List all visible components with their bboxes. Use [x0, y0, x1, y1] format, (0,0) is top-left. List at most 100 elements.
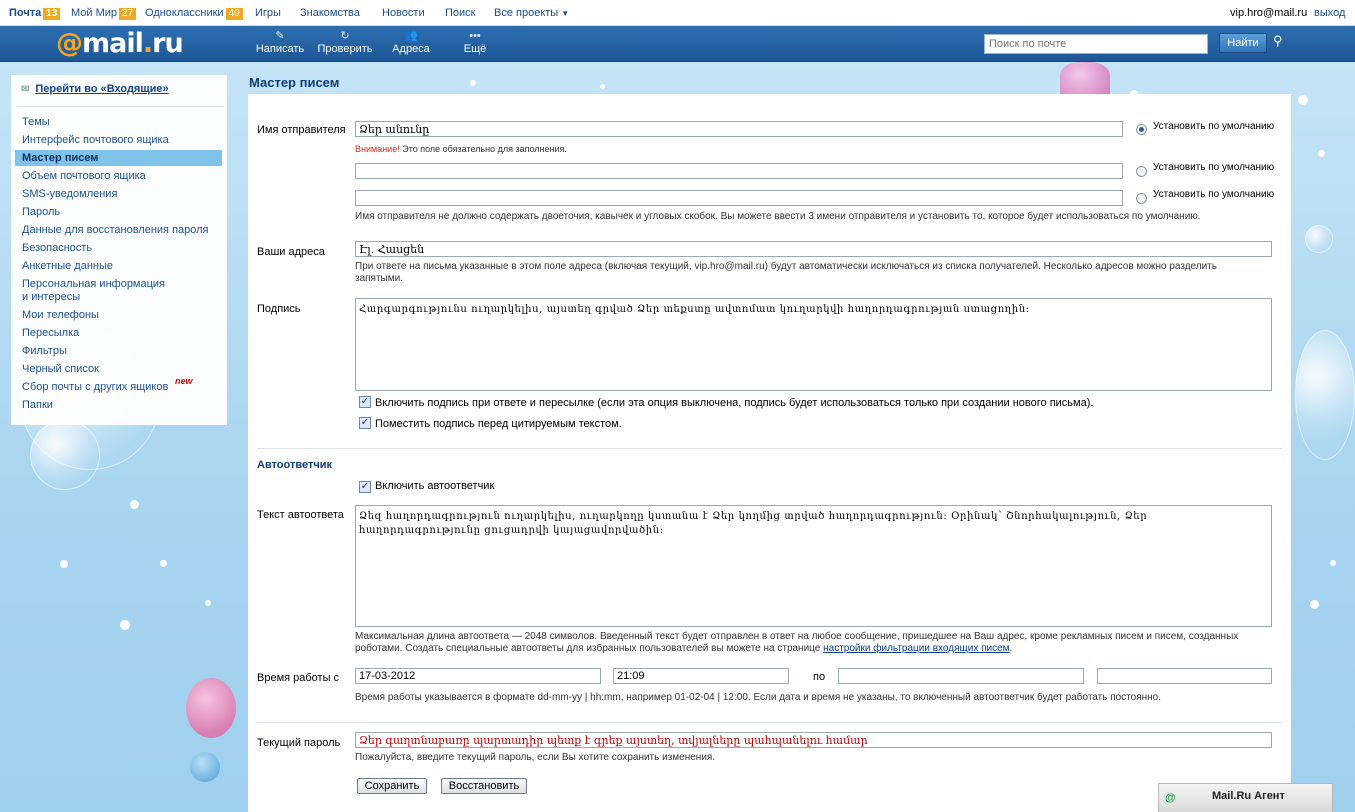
addresses-hint: При ответе на письма указанные в этом по…	[355, 261, 1280, 285]
top-navigation-bar: Почта 13 Мой Мир 27 Одноклассники 40 Игры З…	[0, 0, 1355, 26]
sidebar-item-password[interactable]: Пароль	[15, 206, 222, 219]
nav-mail-link[interactable]: Почта 13	[9, 7, 61, 20]
background-dot	[120, 620, 130, 630]
sidebar-item-filters[interactable]: Фильтры	[15, 345, 222, 358]
background-dot	[160, 560, 167, 567]
mailru-agent-widget[interactable]: @ Mail.Ru Агент	[1158, 783, 1333, 812]
sidebar-item-mailbox-size[interactable]: Объем почтового ящика	[15, 170, 222, 183]
signature-textarea[interactable]: Հարգարգությունս ուղարկելիս, այստեղ գրված…	[355, 298, 1272, 391]
sidebar-item-recovery[interactable]: Данные для восстановления пароля	[15, 224, 222, 237]
logo-ru: ru	[152, 28, 184, 59]
compose-label: Написать	[255, 43, 305, 55]
sender-hint: Имя отправителя не должно содержать двое…	[355, 211, 1201, 222]
nav-dating-link[interactable]: Знакомства	[300, 7, 360, 19]
user-email: vip.hro@mail.ru	[1230, 7, 1308, 19]
signature-reply-checkbox[interactable]: ✓	[359, 396, 371, 408]
addresses-hint-line2: запятыми.	[355, 273, 403, 284]
autoresponder-heading: Автоответчик	[257, 459, 332, 471]
addresses-button[interactable]: 👥 Адреса	[389, 30, 433, 55]
sidebar-item-themes[interactable]: Темы	[15, 116, 222, 129]
check-mail-button[interactable]: ↻ Проверить	[316, 30, 374, 55]
autoresponder-enable-checkbox[interactable]: ✓	[359, 481, 371, 493]
sidebar-item-profile[interactable]: Анкетные данные	[15, 260, 222, 273]
default-sender-label-2: Установить по умолчанию	[1153, 162, 1275, 173]
sender-name-input-2[interactable]	[355, 163, 1123, 179]
sidebar-item-personal-info-line2: и интересы	[22, 291, 81, 303]
worktime-time-from-input[interactable]: 21:09	[613, 668, 789, 684]
nav-allprojects-label: Все проекты	[494, 7, 559, 19]
addresses-input[interactable]: Էլ. Հասցեն	[355, 241, 1272, 257]
contacts-icon: 👥	[404, 30, 418, 42]
pencil-icon: ✎	[275, 30, 285, 42]
sidebar-item-collector-label: Сбор почты с других ящиков	[22, 381, 169, 393]
compose-button[interactable]: ✎ Написать	[254, 30, 306, 55]
background-dot	[60, 560, 68, 568]
autoresponder-enable-label: Включить автоответчик	[375, 480, 495, 492]
logout-link[interactable]: выход	[1314, 7, 1345, 19]
worktime-time-to-input[interactable]	[1097, 668, 1272, 684]
advanced-search-icon[interactable]: ⚲	[1273, 33, 1283, 49]
current-password-input[interactable]: Ձեր գաղտնաբառը պարտադիր պետք է գրեք այստ…	[355, 732, 1272, 748]
sidebar-item-phones[interactable]: Мои телефоны	[15, 309, 222, 322]
save-button[interactable]: Сохранить	[357, 778, 427, 794]
worktime-date-from-input[interactable]: 17-03-2012	[355, 668, 601, 684]
autoresponder-hint-line1: Максимальная длина автоответа — 2048 сим…	[355, 631, 1239, 642]
envelope-icon: ✉	[21, 84, 30, 95]
current-password-label: Текущий пароль	[257, 737, 341, 749]
background-bubble	[190, 752, 220, 782]
mail-header: @mail.ru ✎ Написать ↻ Проверить 👥 Адреса ••…	[0, 26, 1355, 62]
sender-warning: Внимание! Это поле обязательно для запол…	[355, 143, 567, 155]
new-badge: new	[175, 376, 193, 386]
find-button[interactable]: Найти	[1219, 33, 1267, 53]
sidebar-item-forwarding[interactable]: Пересылка	[15, 327, 222, 340]
go-to-inbox-link[interactable]: ✉ Перейти во «Входящие»	[21, 83, 169, 95]
autoresponder-hint: Максимальная длина автоответа — 2048 сим…	[355, 631, 1280, 655]
nav-games-link[interactable]: Игры	[255, 7, 281, 19]
default-sender-radio-1[interactable]	[1136, 124, 1147, 135]
sidebar-item-collector[interactable]: Сбор почты с других ящиков new	[15, 376, 222, 394]
sidebar-item-interface[interactable]: Интерфейс почтового ящика	[15, 134, 222, 147]
ellipsis-icon: •••	[469, 30, 481, 42]
addresses-label: Адреса	[392, 43, 430, 55]
sidebar-item-security[interactable]: Безопасность	[15, 242, 222, 255]
signature-before-quote-checkbox[interactable]: ✓	[359, 417, 371, 429]
sidebar-item-personal-info[interactable]: Персональная информация и интересы	[15, 278, 222, 304]
background-dot	[205, 600, 211, 606]
background-dot	[600, 84, 605, 89]
default-sender-radio-2[interactable]	[1136, 166, 1147, 177]
mailru-logo[interactable]: @mail.ru	[56, 28, 184, 59]
sidebar-item-sms[interactable]: SMS-уведомления	[15, 188, 222, 201]
mail-count-badge: 13	[43, 8, 61, 20]
nav-mail-label: Почта	[9, 7, 42, 19]
worktime-date-to-input[interactable]	[838, 668, 1084, 684]
check-label: Проверить	[317, 43, 373, 55]
nav-myworld-link[interactable]: Мой Мир 27	[71, 7, 137, 20]
page-title: Мастер писем	[249, 75, 340, 90]
sidebar-item-mail-wizard[interactable]: Мастер писем	[15, 150, 222, 166]
more-button[interactable]: ••• Ещё	[462, 30, 488, 55]
default-sender-label-3: Установить по умолчанию	[1153, 189, 1275, 200]
autoresponder-textarea[interactable]: Ձեզ հաղորդագրություն ուղարկելիս, ուղարկո…	[355, 505, 1272, 627]
agent-label: Mail.Ru Агент	[1212, 790, 1285, 802]
sidebar-divider	[17, 106, 223, 107]
background-dot	[1318, 150, 1325, 157]
nav-allprojects-link[interactable]: Все проекты ▼	[494, 7, 569, 19]
settings-sidebar: ✉ Перейти во «Входящие» Темы Интерфейс по…	[11, 75, 227, 425]
filter-settings-link[interactable]: настройки фильтрации входящих писем	[823, 643, 1009, 654]
section-divider-2	[257, 722, 1282, 723]
search-input[interactable]	[984, 34, 1208, 54]
default-sender-radio-3[interactable]	[1136, 193, 1147, 204]
worktime-label: Время работы с	[257, 672, 340, 684]
nav-news-link[interactable]: Новости	[382, 7, 425, 19]
sender-name-input-1[interactable]: Ձեր անունը	[355, 121, 1123, 137]
sidebar-item-folders[interactable]: Папки	[15, 399, 222, 412]
agent-icon: @	[1165, 792, 1176, 804]
worktime-to-label: по	[813, 671, 826, 683]
restore-button[interactable]: Восстановить	[441, 778, 527, 794]
background-bubble	[30, 420, 100, 490]
logo-mail: mail	[82, 28, 144, 59]
sender-name-input-3[interactable]	[355, 190, 1123, 206]
nav-search-link[interactable]: Поиск	[445, 7, 475, 19]
logo-at: @	[56, 28, 83, 59]
nav-ok-link[interactable]: Одноклассники 40	[145, 7, 243, 20]
